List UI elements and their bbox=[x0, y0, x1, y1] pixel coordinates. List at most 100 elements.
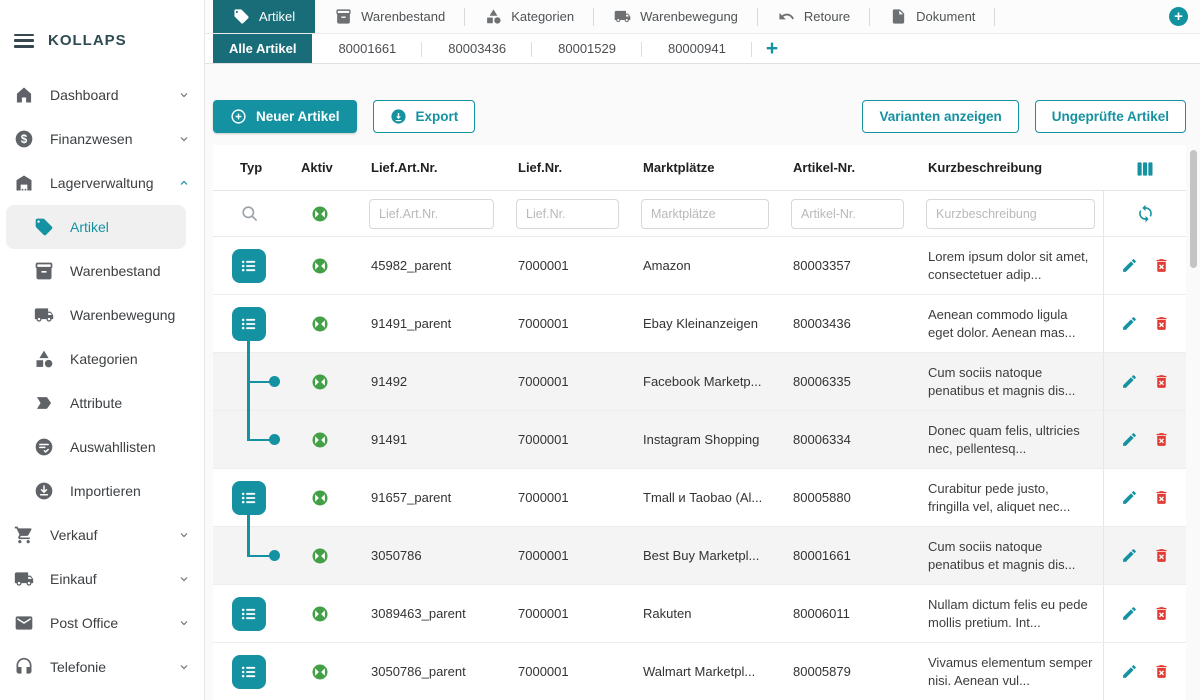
article-tab-80001661[interactable]: 80001661 bbox=[312, 34, 422, 63]
sidebar-item-artikel[interactable]: Artikel bbox=[6, 205, 186, 249]
sidebar-item-verkauf[interactable]: Verkauf bbox=[0, 513, 204, 557]
edit-icon[interactable] bbox=[1121, 605, 1138, 622]
sidebar-item-warenbestand[interactable]: Warenbestand bbox=[0, 249, 204, 293]
active-status-icon[interactable] bbox=[311, 489, 329, 507]
vertical-scrollbar[interactable] bbox=[1190, 150, 1197, 268]
edit-icon[interactable] bbox=[1121, 431, 1138, 448]
marktplatz-value: Tmall и Taobao (Al... bbox=[627, 490, 777, 505]
delete-icon[interactable] bbox=[1153, 489, 1170, 506]
unchecked-articles-button[interactable]: Ungeprüfte Artikel bbox=[1035, 100, 1186, 133]
tab-retoure[interactable]: Retoure bbox=[758, 0, 870, 33]
table-row[interactable]: 91657_parent 7000001 Tmall и Taobao (Al.… bbox=[213, 469, 1186, 527]
table-row[interactable]: 91492 7000001 Facebook Marketp... 800063… bbox=[213, 353, 1186, 411]
article-type-icon[interactable] bbox=[232, 481, 266, 515]
sidebar-item-attribute[interactable]: Attribute bbox=[0, 381, 204, 425]
column-header-lief-art-nr[interactable]: Lief.Art.Nr. bbox=[355, 160, 502, 175]
delete-icon[interactable] bbox=[1153, 431, 1170, 448]
filter-kurzbeschreibung-input[interactable] bbox=[926, 199, 1095, 229]
article-tab-80001529[interactable]: 80001529 bbox=[532, 34, 642, 63]
sidebar-item-einkauf[interactable]: Einkauf bbox=[0, 557, 204, 601]
article-type-icon[interactable] bbox=[232, 307, 266, 341]
chevron-down-icon bbox=[178, 89, 190, 101]
sidebar-item-auswahllisten[interactable]: Auswahllisten bbox=[0, 425, 204, 469]
edit-icon[interactable] bbox=[1121, 315, 1138, 332]
row-actions bbox=[1103, 643, 1186, 700]
active-status-icon[interactable] bbox=[311, 663, 329, 681]
article-tab-80003436[interactable]: 80003436 bbox=[422, 34, 532, 63]
tab-dokument[interactable]: Dokument bbox=[870, 0, 995, 33]
export-button[interactable]: Export bbox=[373, 100, 476, 133]
edit-icon[interactable] bbox=[1121, 663, 1138, 680]
delete-icon[interactable] bbox=[1153, 605, 1170, 622]
tab-warenbestand[interactable]: Warenbestand bbox=[315, 0, 465, 33]
marktplatz-value: Rakuten bbox=[627, 606, 777, 621]
active-status-icon[interactable] bbox=[311, 605, 329, 623]
search-icon[interactable] bbox=[240, 204, 259, 223]
row-actions bbox=[1103, 295, 1186, 352]
new-article-label: Neuer Artikel bbox=[256, 109, 340, 124]
delete-icon[interactable] bbox=[1153, 663, 1170, 680]
table-row[interactable]: 3050786 7000001 Best Buy Marketpl... 800… bbox=[213, 527, 1186, 585]
sidebar-item-finanzwesen[interactable]: $Finanzwesen bbox=[0, 117, 204, 161]
active-status-icon[interactable] bbox=[311, 547, 329, 565]
artikel-nr-value: 80001661 bbox=[777, 548, 912, 563]
column-header-marktplaetze[interactable]: Marktplätze bbox=[627, 160, 777, 175]
active-status-icon[interactable] bbox=[311, 315, 329, 333]
unchecked-articles-label: Ungeprüfte Artikel bbox=[1052, 109, 1169, 124]
article-type-icon[interactable] bbox=[232, 655, 266, 689]
filter-lief-nr-input[interactable] bbox=[516, 199, 619, 229]
tab-artikel[interactable]: Artikel bbox=[213, 0, 315, 33]
delete-icon[interactable] bbox=[1153, 257, 1170, 274]
tab-kategorien[interactable]: Kategorien bbox=[465, 0, 594, 33]
filter-artikel-nr-input[interactable] bbox=[791, 199, 904, 229]
delete-icon[interactable] bbox=[1153, 315, 1170, 332]
sidebar-item-dashboard[interactable]: Dashboard bbox=[0, 73, 204, 117]
column-header-typ[interactable]: Typ bbox=[213, 160, 285, 175]
show-variants-button[interactable]: Varianten anzeigen bbox=[862, 100, 1018, 133]
delete-icon[interactable] bbox=[1153, 547, 1170, 564]
cart-icon bbox=[14, 525, 34, 545]
sidebar-item-telefonie[interactable]: Telefonie bbox=[0, 645, 204, 689]
article-type-icon[interactable] bbox=[232, 249, 266, 283]
sidebar-item-importieren[interactable]: Importieren bbox=[0, 469, 204, 513]
artikel-nr-value: 80006334 bbox=[777, 432, 912, 447]
tab-warenbewegung[interactable]: Warenbewegung bbox=[594, 0, 758, 33]
table-row[interactable]: 91491 7000001 Instagram Shopping 8000633… bbox=[213, 411, 1186, 469]
active-status-icon[interactable] bbox=[311, 257, 329, 275]
filter-lief-art-nr-input[interactable] bbox=[369, 199, 494, 229]
column-header-kurzbeschreibung[interactable]: Kurzbeschreibung bbox=[912, 160, 1103, 175]
filter-marktplaetze-input[interactable] bbox=[641, 199, 769, 229]
column-header-artikel-nr[interactable]: Artikel-Nr. bbox=[777, 160, 912, 175]
hamburger-menu-icon[interactable] bbox=[14, 34, 34, 48]
column-header-lief-nr[interactable]: Lief.Nr. bbox=[502, 160, 627, 175]
article-tab-80000941[interactable]: 80000941 bbox=[642, 34, 752, 63]
edit-icon[interactable] bbox=[1121, 373, 1138, 390]
article-type-icon[interactable] bbox=[232, 597, 266, 631]
column-header-aktiv[interactable]: Aktiv bbox=[285, 160, 355, 175]
active-filter-icon[interactable] bbox=[311, 205, 329, 223]
add-tab-button[interactable]: + bbox=[1169, 7, 1188, 26]
edit-icon[interactable] bbox=[1121, 547, 1138, 564]
edit-icon[interactable] bbox=[1121, 489, 1138, 506]
sidebar-item-kategorien[interactable]: Kategorien bbox=[0, 337, 204, 381]
article-tab-bar: Alle Artikel8000166180003436800015298000… bbox=[205, 34, 1200, 64]
article-tab-alle-artikel[interactable]: Alle Artikel bbox=[213, 34, 312, 63]
new-article-button[interactable]: Neuer Artikel bbox=[213, 100, 357, 133]
add-article-tab-button[interactable]: + bbox=[752, 38, 792, 59]
active-status-icon[interactable] bbox=[311, 431, 329, 449]
table-row[interactable]: 3089463_parent 7000001 Rakuten 80006011 … bbox=[213, 585, 1186, 643]
table-row[interactable]: 91491_parent 7000001 Ebay Kleinanzeigen … bbox=[213, 295, 1186, 353]
sidebar-item-warenbewegung[interactable]: Warenbewegung bbox=[0, 293, 204, 337]
lief-nr-value: 7000001 bbox=[502, 258, 627, 273]
delete-icon[interactable] bbox=[1153, 373, 1170, 390]
columns-settings-icon[interactable] bbox=[1135, 159, 1155, 177]
refresh-icon[interactable] bbox=[1136, 204, 1155, 223]
sidebar-item-post-office[interactable]: Post Office bbox=[0, 601, 204, 645]
table-row[interactable]: 3050786_parent 7000001 Walmart Marketpl.… bbox=[213, 643, 1186, 700]
sidebar-item-lagerverwaltung[interactable]: Lagerverwaltung bbox=[0, 161, 204, 205]
edit-icon[interactable] bbox=[1121, 257, 1138, 274]
sidebar-item-label: Telefonie bbox=[50, 659, 106, 675]
table-row[interactable]: 45982_parent 7000001 Amazon 80003357 Lor… bbox=[213, 237, 1186, 295]
filter-row bbox=[213, 191, 1186, 237]
active-status-icon[interactable] bbox=[311, 373, 329, 391]
